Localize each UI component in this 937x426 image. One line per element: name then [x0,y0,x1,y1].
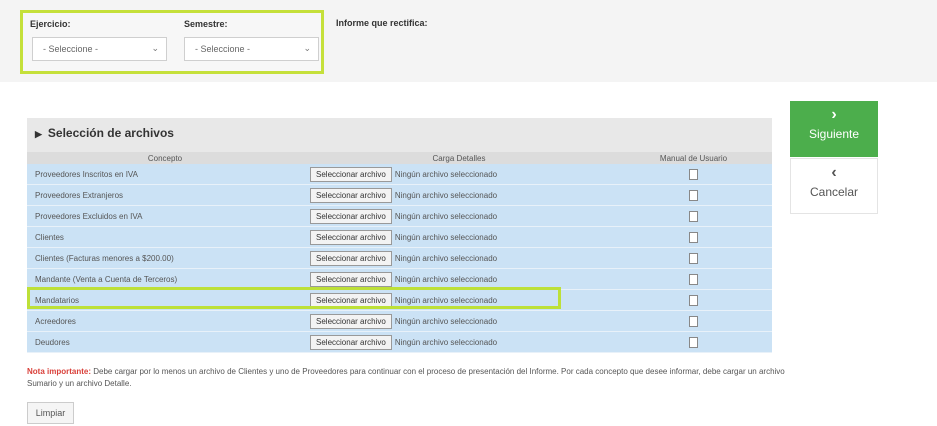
ejercicio-select-value: - Seleccione - [43,44,99,54]
cancel-button[interactable]: ‹ Cancelar [790,158,878,214]
select-file-button[interactable]: Seleccionar archivo [310,229,392,245]
column-header-manual-usuario: Manual de Usuario [615,152,772,164]
manual-cell [615,289,772,311]
select-file-button[interactable]: Seleccionar archivo [310,313,392,329]
ejercicio-select[interactable]: - Seleccione - ⌄ [32,37,167,61]
panel-title[interactable]: ▶ Selección de archivos [35,126,174,140]
select-file-button[interactable]: Seleccionar archivo [310,250,392,266]
table-row: Proveedores Inscritos en IVA Seleccionar … [27,164,772,185]
next-button[interactable]: › Siguiente [790,101,878,157]
file-load-cell: Seleccionar archivo Ningún archivo selecc… [303,164,615,185]
panel-title-text: Selección de archivos [47,126,174,140]
document-icon[interactable] [689,189,698,201]
select-file-button[interactable]: Seleccionar archivo [310,271,392,287]
file-selection-panel: ▶ Selección de archivos Concepto Carga De… [27,118,772,353]
document-icon[interactable] [689,294,698,306]
document-icon[interactable] [689,273,698,285]
document-icon[interactable] [689,231,698,243]
file-status: Ningún archivo seleccionado [394,337,498,347]
concept-cell: Proveedores Inscritos en IVA [27,164,303,185]
table-row: Clientes Seleccionar archivo Ningún archiv… [27,226,772,248]
manual-cell [615,226,772,248]
chevron-right-icon: › [831,106,837,123]
file-status: Ningún archivo seleccionado [394,253,498,263]
concept-cell: Acreedores [27,310,303,332]
file-status: Ningún archivo seleccionado [394,316,498,326]
manual-cell [615,164,772,185]
semestre-select[interactable]: - Seleccione - ⌄ [184,37,319,61]
file-status: Ningún archivo seleccionado [394,190,498,200]
file-load-cell: Seleccionar archivo Ningún archivo selecc… [303,247,615,269]
important-note: Nota importante: Debe cargar por lo meno… [27,366,787,390]
table-header-row: Concepto Carga Detalles Manual de Usuari… [27,152,772,164]
file-load-cell: Seleccionar archivo Ningún archivo selecc… [303,331,615,353]
cancel-button-label: Cancelar [809,185,859,199]
document-icon[interactable] [689,252,698,264]
concept-cell: Proveedores Extranjeros [27,184,303,206]
column-header-concepto: Concepto [27,152,303,164]
concept-cell: Clientes (Facturas menores a $200.00) [27,247,303,269]
next-button-label: Siguiente [808,127,860,141]
select-file-button[interactable]: Seleccionar archivo [310,187,392,203]
select-file-button[interactable]: Seleccionar archivo [310,166,392,182]
informe-rectifica-label: Informe que rectifica: [336,18,428,28]
concept-cell: Proveedores Excluidos en IVA [27,205,303,227]
manual-cell [615,247,772,269]
triangle-right-icon: ▶ [35,129,42,139]
manual-cell [615,331,772,353]
row-highlight-box [27,287,561,309]
semestre-label: Semestre: [184,19,228,29]
file-status: Ningún archivo seleccionado [394,232,498,242]
column-header-carga-detalles: Carga Detalles [303,152,615,164]
table-row: Proveedores Excluidos en IVA Seleccionar … [27,205,772,227]
table-row: Deudores Seleccionar archivo Ningún archiv… [27,331,772,353]
chevron-left-icon: ‹ [831,164,837,181]
select-file-button[interactable]: Seleccionar archivo [310,334,392,350]
clear-button[interactable]: Limpiar [27,402,74,424]
table-row: Proveedores Extranjeros Seleccionar archi… [27,184,772,206]
file-load-cell: Seleccionar archivo Ningún archivo selecc… [303,205,615,227]
file-status: Ningún archivo seleccionado [394,211,498,221]
table-row: Clientes (Facturas menores a $200.00) Sel… [27,247,772,269]
chevron-down-icon: ⌄ [303,43,311,53]
important-note-text: Debe cargar por lo menos un archivo de C… [27,367,785,388]
file-load-cell: Seleccionar archivo Ningún archivo selecc… [303,226,615,248]
file-status: Ningún archivo seleccionado [394,169,498,179]
concept-cell: Deudores [27,331,303,353]
file-status: Ningún archivo seleccionado [394,274,498,284]
manual-cell [615,310,772,332]
document-icon[interactable] [689,168,698,180]
chevron-down-icon: ⌄ [151,43,159,53]
ejercicio-label: Ejercicio: [30,19,71,29]
document-icon[interactable] [689,210,698,222]
table-row: Acreedores Seleccionar archivo Ningún arch… [27,310,772,332]
important-note-label: Nota importante: [27,367,91,376]
manual-cell [615,205,772,227]
manual-cell [615,184,772,206]
file-load-cell: Seleccionar archivo Ningún archivo selecc… [303,310,615,332]
manual-cell [615,268,772,290]
semestre-select-value: - Seleccione - [195,44,251,54]
file-load-cell: Seleccionar archivo Ningún archivo selecc… [303,184,615,206]
select-file-button[interactable]: Seleccionar archivo [310,208,392,224]
concept-cell: Clientes [27,226,303,248]
document-icon[interactable] [689,336,698,348]
filter-highlight-box: Ejercicio: - Seleccione - ⌄ Semestre: - … [20,10,324,74]
files-table: Concepto Carga Detalles Manual de Usuari… [27,152,772,353]
document-icon[interactable] [689,315,698,327]
